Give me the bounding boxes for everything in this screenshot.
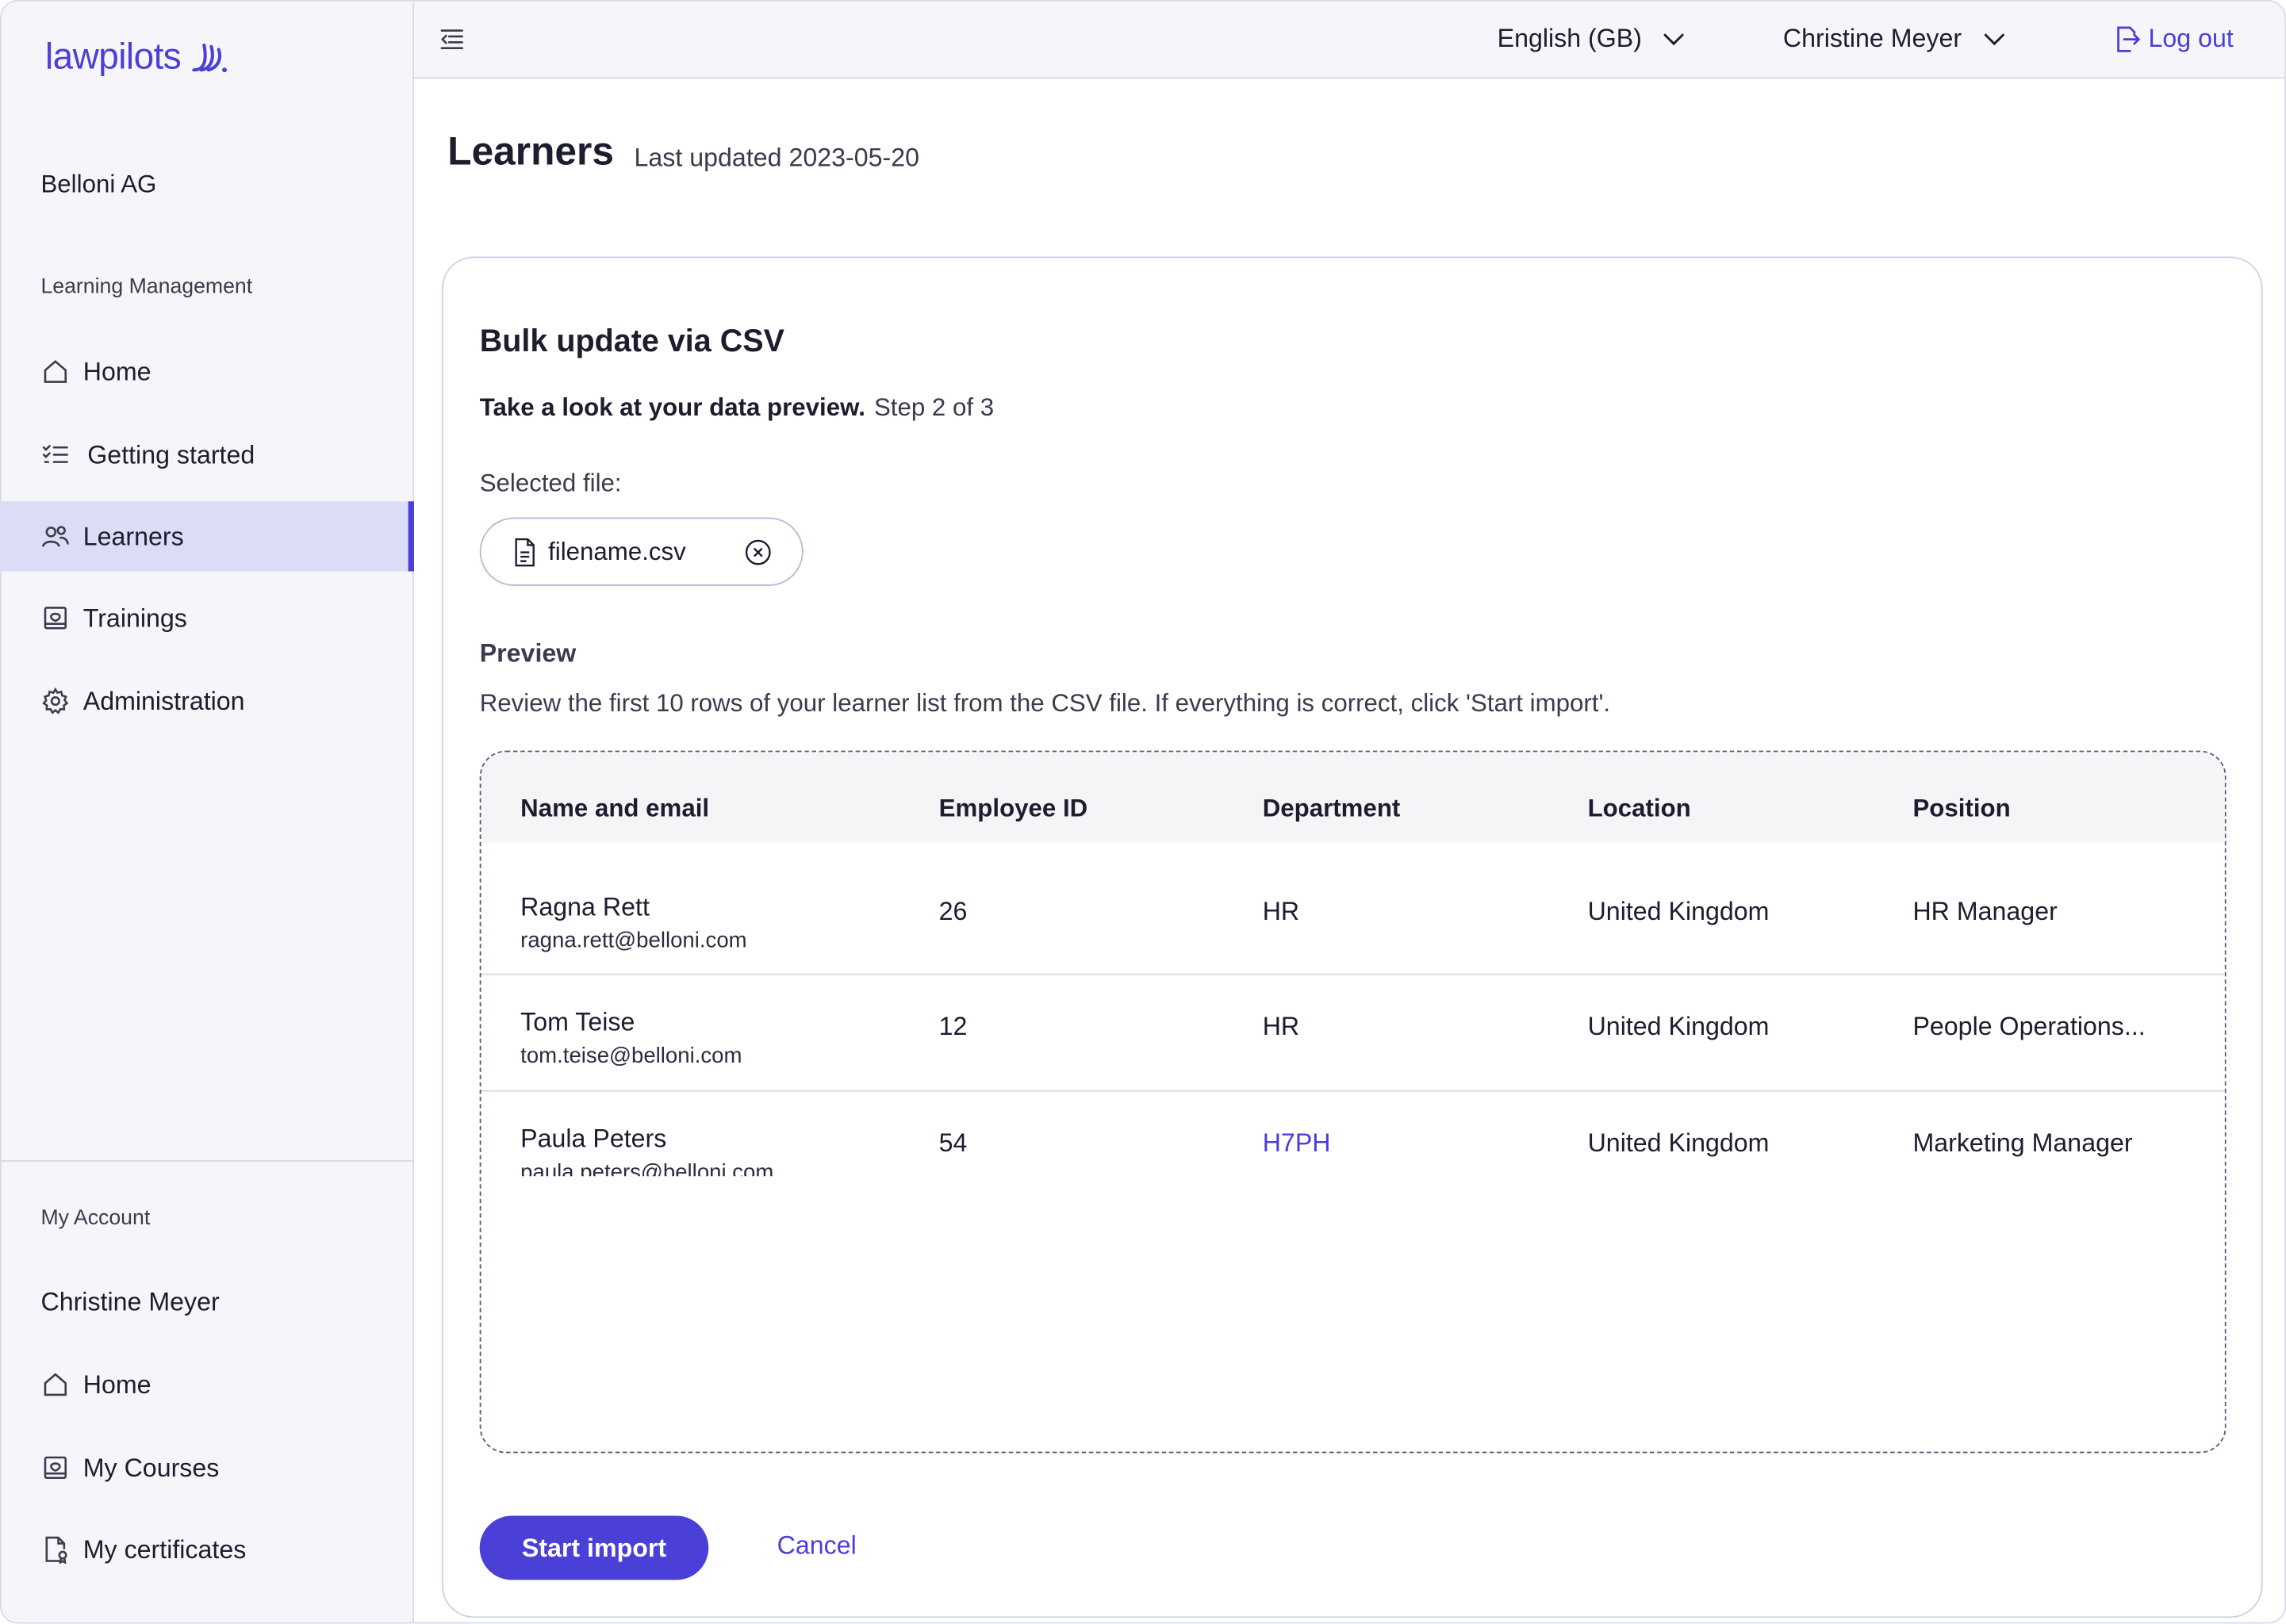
sidebar-item-label: Home — [82, 1369, 152, 1399]
sidebar-item-administration[interactable]: Administration — [2, 666, 414, 736]
preview-description: Review the first 10 rows of your learner… — [479, 689, 1611, 718]
sidebar-item-label: Trainings — [82, 603, 187, 632]
bulk-update-card: Bulk update via CSV Take a look at your … — [441, 256, 2263, 1618]
sidebar-item-label: Getting started — [87, 439, 255, 469]
sidebar-divider — [1, 1160, 414, 1162]
sidebar-item-label: My Courses — [82, 1452, 220, 1482]
language-select[interactable]: English (GB) — [1498, 23, 1686, 54]
name-email-cell: Ragna Rett ragna.rett@belloni.com — [520, 892, 746, 953]
name-email-cell: Paula Peters paula.peters@belloni.com — [520, 1124, 773, 1176]
top-bar: English (GB) Christine Meyer Log out — [413, 1, 2285, 79]
sidebar-item-my-home[interactable]: Home — [2, 1350, 414, 1419]
sidebar: lawpilots Belloni AG Learning Management… — [1, 1, 414, 1622]
department-cell: H7PH — [1262, 1128, 1331, 1158]
department-cell: HR — [1262, 896, 1300, 926]
page-title: Learners — [447, 129, 614, 174]
location-cell: United Kingdom — [1587, 1128, 1770, 1158]
sidebar-item-trainings[interactable]: Trainings — [2, 583, 414, 653]
step-counter: Step 2 of 3 — [873, 393, 995, 422]
sidebar-item-my-certificates[interactable]: My certificates — [2, 1515, 414, 1584]
organization-name: Belloni AG — [40, 170, 157, 198]
brand-logo[interactable]: lawpilots — [45, 36, 231, 79]
remove-file-icon[interactable] — [743, 538, 773, 567]
employee-id-cell: 54 — [938, 1128, 968, 1158]
users-icon — [41, 526, 69, 547]
position-cell: Marketing Manager — [1912, 1128, 2133, 1158]
logout-icon — [2116, 25, 2140, 52]
learner-name: Ragna Rett — [520, 891, 650, 921]
section-label-my-account: My Account — [40, 1206, 151, 1231]
brand-name: lawpilots — [44, 36, 182, 78]
step-line: Take a look at your data preview. Step 2 … — [480, 393, 994, 423]
certificate-icon — [45, 1536, 67, 1565]
table-header: Name and email Employee ID Department Lo… — [481, 752, 2225, 843]
table-row-clipped: Paula Peters paula.peters@belloni.com 54… — [481, 1090, 2225, 1176]
home-icon — [44, 1373, 67, 1396]
start-import-button[interactable]: Start import — [479, 1515, 709, 1580]
preview-table[interactable]: Name and email Employee ID Department Lo… — [479, 750, 2227, 1454]
logout-link[interactable]: Log out — [2113, 23, 2234, 54]
collapse-menu-icon[interactable] — [437, 25, 466, 54]
sidebar-item-label: Administration — [82, 685, 245, 715]
sidebar-item-label: Learners — [82, 521, 184, 550]
language-value: English (GB) — [1497, 23, 1642, 53]
location-cell: United Kingdom — [1587, 896, 1770, 926]
app-window: lawpilots Belloni AG Learning Management… — [0, 0, 2286, 1624]
user-name: Christine Meyer — [1782, 23, 1962, 53]
name-email-cell: Tom Teise tom.teise@belloni.com — [520, 1007, 742, 1068]
chevron-down-icon — [1984, 33, 2004, 45]
account-name: Christine Meyer — [40, 1286, 220, 1316]
logout-label: Log out — [2148, 23, 2234, 53]
learner-name: Tom Teise — [520, 1007, 635, 1036]
home-icon — [44, 360, 67, 383]
row-divider — [481, 973, 2225, 975]
column-header-department: Department — [1262, 794, 1401, 822]
document-icon — [515, 537, 535, 566]
training-icon — [44, 1456, 67, 1480]
file-name: filename.csv — [548, 537, 686, 565]
sidebar-item-home[interactable]: Home — [2, 337, 414, 407]
user-menu[interactable]: Christine Meyer — [1783, 23, 2005, 54]
card-title: Bulk update via CSV — [479, 324, 785, 359]
department-cell: HR — [1262, 1011, 1300, 1041]
selected-file-chip: filename.csv — [479, 517, 804, 586]
sidebar-item-label: My certificates — [82, 1534, 247, 1564]
location-cell: United Kingdom — [1587, 1011, 1770, 1041]
sidebar-item-getting-started[interactable]: Getting started — [2, 419, 414, 489]
column-header-location: Location — [1587, 794, 1691, 822]
learner-email: ragna.rett@belloni.com — [520, 928, 747, 954]
preview-title: Preview — [479, 638, 577, 668]
section-label-learning-management: Learning Management — [40, 275, 253, 299]
position-cell: HR Manager — [1912, 896, 2058, 926]
sidebar-item-label: Home — [82, 356, 152, 386]
checklist-icon — [42, 445, 68, 463]
training-icon — [44, 607, 67, 630]
employee-id-cell: 12 — [938, 1011, 968, 1041]
lawpilots-wing-icon — [192, 43, 228, 72]
column-header-employee-id: Employee ID — [938, 794, 1088, 822]
cancel-button[interactable]: Cancel — [777, 1530, 857, 1561]
learner-email: paula.peters@belloni.com — [520, 1160, 774, 1177]
step-prompt: Take a look at your data preview. — [479, 393, 865, 422]
sidebar-item-learners[interactable]: Learners — [1, 501, 414, 572]
chevron-down-icon — [1663, 33, 1684, 45]
learner-name: Paula Peters — [520, 1124, 667, 1153]
learner-email: tom.teise@belloni.com — [520, 1044, 742, 1069]
gear-icon — [42, 687, 69, 714]
last-updated: Last updated 2023-05-20 — [634, 143, 920, 172]
position-cell: People Operations... — [1912, 1011, 2146, 1041]
selected-file-label: Selected file: — [479, 469, 622, 497]
column-header-position: Position — [1912, 794, 2011, 822]
sidebar-item-my-courses[interactable]: My Courses — [2, 1433, 414, 1503]
employee-id-cell: 26 — [938, 896, 968, 926]
column-header-name: Name and email — [520, 794, 710, 822]
